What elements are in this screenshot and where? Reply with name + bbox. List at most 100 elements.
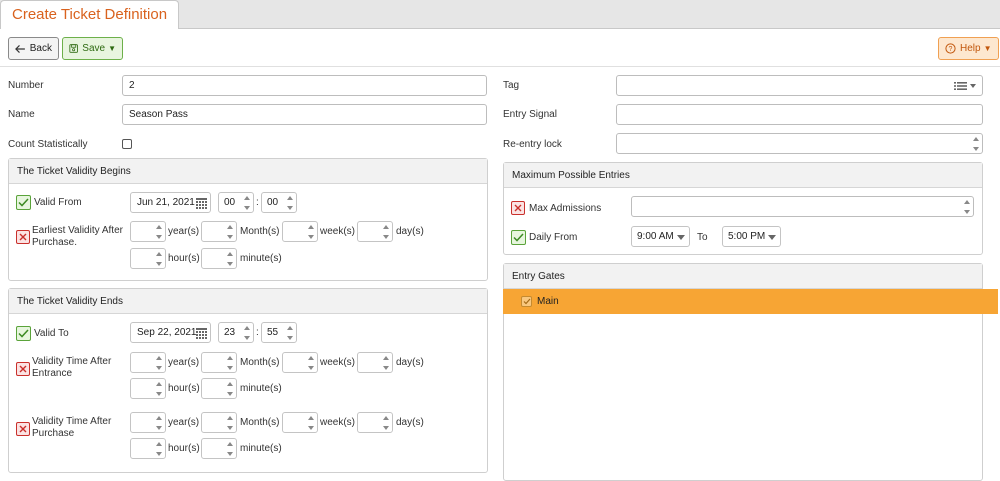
valid-from-label: Valid From	[34, 197, 82, 208]
earliest-validity-toggle[interactable]	[16, 230, 30, 244]
number-value: 2	[129, 80, 135, 91]
entrance-days-stepper[interactable]	[357, 352, 393, 373]
daily-from-value: 9:00 AM	[637, 231, 674, 242]
max-entries-title: Maximum Possible Entries	[512, 169, 630, 181]
after-entrance-toggle[interactable]	[16, 362, 30, 376]
hours-unit: hour(s)	[168, 253, 200, 264]
daily-to-label: To	[697, 232, 708, 243]
help-button[interactable]: ? Help ▼	[938, 37, 999, 60]
minutes-unit: minute(s)	[240, 253, 282, 264]
name-input[interactable]: Season Pass	[122, 104, 487, 125]
save-button-label: Save	[82, 43, 106, 54]
valid-to-hour-stepper[interactable]: 23	[218, 322, 254, 343]
max-admissions-stepper[interactable]	[631, 196, 974, 217]
earliest-weeks-stepper[interactable]	[282, 221, 318, 242]
valid-from-hour-stepper[interactable]: 00	[218, 192, 254, 213]
entrance-months-stepper[interactable]	[201, 352, 237, 373]
entrance-minutes-stepper[interactable]	[201, 378, 237, 399]
calendar-icon[interactable]	[196, 328, 207, 339]
check-icon	[523, 298, 530, 305]
arrow-left-icon	[15, 44, 25, 53]
tag-label: Tag	[503, 80, 520, 91]
after-purchase-toggle[interactable]	[16, 422, 30, 436]
entry-signal-input[interactable]	[616, 104, 983, 125]
number-input[interactable]: 2	[122, 75, 487, 96]
save-button[interactable]: Save ▼	[62, 37, 123, 60]
valid-to-hour: 23	[224, 327, 236, 338]
valid-from-minute: 00	[267, 197, 279, 208]
reentry-lock-stepper[interactable]	[616, 133, 983, 154]
back-button[interactable]: Back	[8, 37, 59, 60]
months-unit: Month(s)	[240, 357, 280, 368]
valid-to-date: Sep 22, 2021	[137, 327, 197, 338]
validity-begins-header: The Ticket Validity Begins	[9, 159, 487, 184]
after-purchase-label: Validity Time After Purchase	[32, 416, 112, 439]
gate-checkbox[interactable]	[521, 296, 532, 307]
check-icon	[18, 198, 29, 207]
minutes-unit: minute(s)	[240, 443, 282, 454]
max-admissions-label: Max Admissions	[529, 203, 602, 214]
daily-to-value: 5:00 PM	[728, 231, 766, 242]
purchase-minutes-stepper[interactable]	[201, 438, 237, 459]
svg-text:?: ?	[949, 46, 953, 53]
daily-to-select[interactable]: 5:00 PM	[722, 226, 781, 247]
entry-gates-header: Entry Gates	[504, 264, 982, 289]
earliest-months-stepper[interactable]	[201, 221, 237, 242]
valid-from-date-input[interactable]: Jun 21, 2021	[130, 192, 211, 213]
validity-ends-title: The Ticket Validity Ends	[17, 295, 123, 307]
chevron-down-icon: ▼	[108, 44, 116, 53]
after-entrance-label: Validity Time After Entrance	[32, 356, 112, 379]
valid-to-minute-stepper[interactable]: 55	[261, 322, 297, 343]
earliest-hours-stepper[interactable]	[130, 248, 166, 269]
daily-from-toggle[interactable]	[511, 230, 526, 245]
months-unit: Month(s)	[240, 226, 280, 237]
purchase-weeks-stepper[interactable]	[282, 412, 318, 433]
time-separator: :	[256, 197, 259, 208]
count-statistically-checkbox[interactable]	[122, 139, 132, 149]
check-icon	[18, 329, 29, 338]
chevron-down-icon	[677, 235, 685, 240]
chevron-down-icon: ▼	[983, 44, 992, 53]
daily-from-select[interactable]: 9:00 AM	[631, 226, 690, 247]
name-value: Season Pass	[129, 109, 188, 120]
earliest-years-stepper[interactable]	[130, 221, 166, 242]
entrance-weeks-stepper[interactable]	[282, 352, 318, 373]
tag-select[interactable]	[616, 75, 983, 96]
minutes-unit: minute(s)	[240, 383, 282, 394]
days-unit: day(s)	[396, 357, 424, 368]
chevron-down-icon	[768, 235, 776, 240]
weeks-unit: week(s)	[320, 357, 356, 368]
max-admissions-toggle[interactable]	[511, 201, 525, 215]
list-item[interactable]: Main	[503, 289, 998, 314]
valid-to-date-input[interactable]: Sep 22, 2021	[130, 322, 211, 343]
purchase-months-stepper[interactable]	[201, 412, 237, 433]
close-icon	[19, 365, 27, 373]
earliest-days-stepper[interactable]	[357, 221, 393, 242]
earliest-minutes-stepper[interactable]	[201, 248, 237, 269]
max-entries-header: Maximum Possible Entries	[504, 163, 982, 188]
calendar-icon[interactable]	[196, 198, 207, 209]
purchase-hours-stepper[interactable]	[130, 438, 166, 459]
valid-to-minute: 55	[267, 327, 279, 338]
days-unit: day(s)	[396, 417, 424, 428]
close-icon	[19, 425, 27, 433]
time-separator: :	[256, 327, 259, 338]
purchase-years-stepper[interactable]	[130, 412, 166, 433]
number-label: Number	[8, 80, 44, 91]
years-unit: year(s)	[168, 226, 200, 237]
stepper-arrows[interactable]	[973, 137, 979, 151]
days-unit: day(s)	[396, 226, 424, 237]
reentry-lock-label: Re-entry lock	[503, 139, 562, 150]
valid-from-toggle[interactable]	[16, 195, 31, 210]
years-unit: year(s)	[168, 417, 200, 428]
entrance-hours-stepper[interactable]	[130, 378, 166, 399]
validity-ends-header: The Ticket Validity Ends	[9, 289, 487, 314]
entrance-years-stepper[interactable]	[130, 352, 166, 373]
purchase-days-stepper[interactable]	[357, 412, 393, 433]
entry-gates-title: Entry Gates	[512, 270, 565, 282]
valid-to-toggle[interactable]	[16, 326, 31, 341]
name-label: Name	[8, 109, 35, 120]
weeks-unit: week(s)	[320, 417, 356, 428]
earliest-validity-label: Earliest Validity After Purchase.	[32, 225, 123, 248]
valid-from-minute-stepper[interactable]: 00	[261, 192, 297, 213]
